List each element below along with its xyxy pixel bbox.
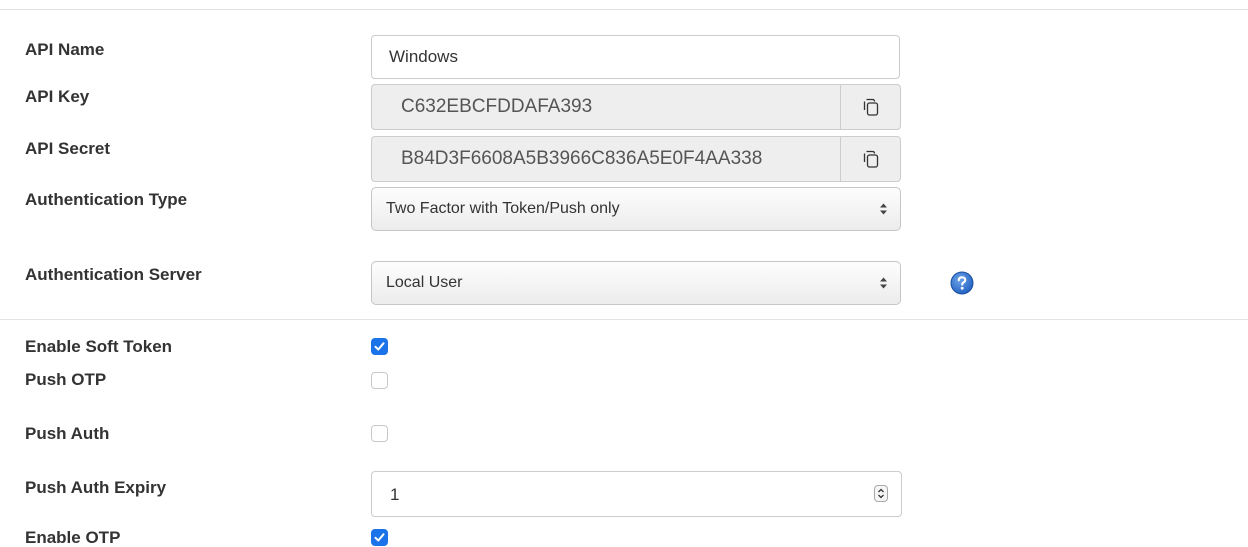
authentication-server-select[interactable]: Local User bbox=[371, 261, 901, 305]
api-secret-field[interactable]: B84D3F6608A5B3966C836A5E0F4AA338 bbox=[371, 136, 840, 182]
api-name-label: API Name bbox=[25, 40, 105, 59]
push-auth-expiry-value: 1 bbox=[390, 485, 400, 504]
authentication-server-selected-value: Local User bbox=[386, 274, 463, 291]
api-settings-form: API Name API Key C632EBCFDDAFA393 API Se… bbox=[0, 0, 1248, 547]
copy-api-key-button[interactable] bbox=[840, 84, 901, 130]
enable-soft-token-checkbox[interactable] bbox=[371, 338, 388, 355]
enable-soft-token-label: Enable Soft Token bbox=[25, 337, 173, 356]
copy-icon bbox=[863, 150, 878, 168]
api-secret-group: B84D3F6608A5B3966C836A5E0F4AA338 bbox=[371, 136, 901, 182]
push-auth-label: Push Auth bbox=[25, 424, 110, 443]
push-otp-checkbox[interactable] bbox=[371, 372, 388, 389]
enable-otp-checkbox[interactable] bbox=[371, 529, 388, 546]
checkmark-icon bbox=[374, 533, 385, 542]
help-icon[interactable] bbox=[950, 271, 974, 295]
copy-api-secret-button[interactable] bbox=[840, 136, 901, 182]
authentication-type-select[interactable]: Two Factor with Token/Push only bbox=[371, 187, 901, 231]
api-secret-label: API Secret bbox=[25, 139, 111, 158]
number-stepper[interactable] bbox=[874, 485, 888, 502]
checkmark-icon bbox=[374, 342, 385, 351]
select-arrows-icon bbox=[880, 277, 887, 289]
authentication-type-label: Authentication Type bbox=[25, 190, 188, 209]
section-divider bbox=[0, 319, 1248, 320]
enable-otp-label: Enable OTP bbox=[25, 528, 121, 547]
api-key-group: C632EBCFDDAFA393 bbox=[371, 84, 901, 130]
api-name-input[interactable] bbox=[371, 35, 900, 79]
authentication-type-selected-value: Two Factor with Token/Push only bbox=[386, 200, 620, 217]
push-auth-expiry-input[interactable]: 1 bbox=[371, 471, 902, 517]
authentication-server-label: Authentication Server bbox=[25, 265, 202, 284]
select-arrows-icon bbox=[880, 203, 887, 215]
api-key-label: API Key bbox=[25, 87, 90, 106]
top-divider bbox=[0, 9, 1248, 10]
copy-icon bbox=[863, 98, 878, 116]
api-key-field[interactable]: C632EBCFDDAFA393 bbox=[371, 84, 840, 130]
push-otp-label: Push OTP bbox=[25, 370, 107, 389]
push-auth-checkbox[interactable] bbox=[371, 425, 388, 442]
stepper-arrows-icon bbox=[878, 488, 884, 499]
push-auth-expiry-label: Push Auth Expiry bbox=[25, 478, 167, 497]
